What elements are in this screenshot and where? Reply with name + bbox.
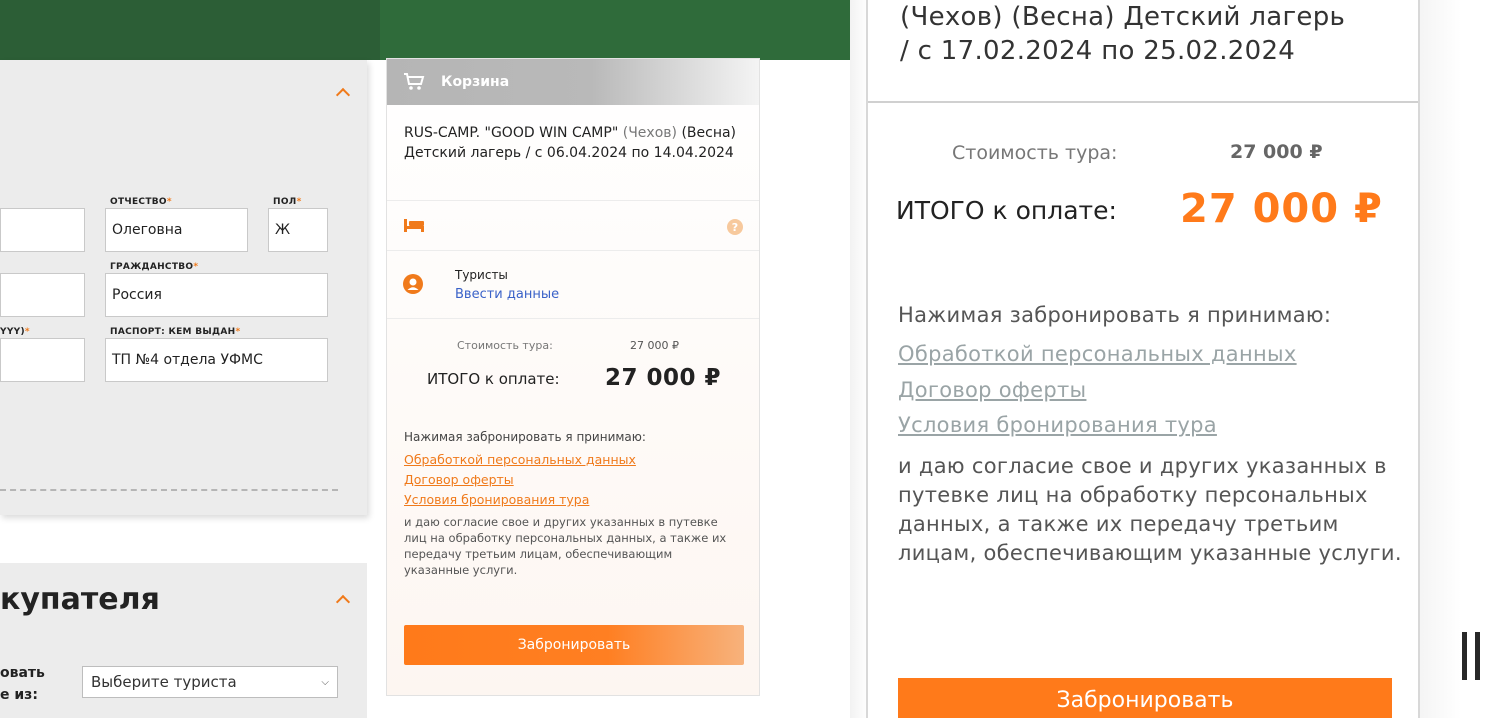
zoom-consent-text: и даю согласие свое и других указанных в… — [898, 454, 1402, 565]
background-blur — [1418, 0, 1490, 718]
personal-data-link[interactable]: Обработкой персональных данных — [404, 452, 636, 467]
zoom-booking-terms-link[interactable]: Условия бронирования тура — [898, 413, 1217, 437]
birth-date-label: YYY)* — [0, 327, 30, 337]
cart-divider — [387, 250, 759, 251]
tour-cost-value: 27 000 ₽ — [630, 339, 679, 352]
buyer-select-label: овать е из: — [0, 665, 45, 703]
passport-issuer-value: ТП №4 отдела УФМС — [112, 352, 263, 368]
zoomed-cart-panel: (Чехов) (Весна) Детский лагерь / с 17.02… — [866, 0, 1420, 718]
tourist-form-panel: ОТЧЕСТВО* Олеговна ПОЛ* Ж ГРАЖДАНСТВО* Р… — [0, 60, 367, 515]
gender-label: ПОЛ* — [273, 197, 302, 207]
gender-value: Ж — [275, 222, 291, 238]
tourist-select-value: Выберите туриста — [91, 673, 237, 691]
birth-date-field[interactable] — [0, 338, 85, 382]
booking-terms-link[interactable]: Условия бронирования тура — [404, 492, 589, 507]
agreement-intro: Нажимая забронировать я принимаю: — [404, 430, 646, 444]
citizenship-value: Россия — [112, 287, 162, 303]
zoom-tour-cost-label: Стоимость тура: — [952, 142, 1118, 164]
cart-header: Корзина — [387, 59, 759, 105]
last-name-field[interactable] — [0, 208, 85, 252]
total-label: ИТОГО к оплате: — [427, 370, 560, 388]
zoom-divider — [868, 101, 1418, 103]
cart-divider — [387, 318, 759, 319]
dashed-divider — [0, 489, 338, 491]
enter-tourist-data-link[interactable]: Ввести данные — [455, 287, 559, 302]
patronymic-value: Олеговна — [112, 222, 183, 238]
book-button[interactable]: Забронировать — [404, 625, 744, 665]
zoom-tour-name: (Чехов) (Весна) Детский лагерь / с 17.02… — [900, 2, 1346, 66]
buyer-section-title: купателя — [0, 582, 160, 617]
patronymic-label: ОТЧЕСТВО* — [110, 197, 172, 207]
zoom-agreement-intro: Нажимая забронировать я принимаю: — [898, 303, 1332, 327]
cart-divider — [387, 200, 759, 201]
background-photo-dark — [0, 0, 380, 60]
cart-tour-name: RUS-CAMP. "GOOD WIN CAMP" (Чехов) (Весна… — [404, 125, 737, 161]
zoom-tour-cost-value: 27 000 ₽ — [1230, 141, 1323, 163]
consent-text: и даю согласие свое и других указанных в… — [404, 515, 727, 577]
gender-field[interactable]: Ж — [268, 208, 328, 252]
zoom-personal-data-link[interactable]: Обработкой персональных данных — [898, 342, 1297, 366]
chevron-up-icon[interactable] — [335, 87, 351, 103]
patronymic-field[interactable]: Олеговна — [105, 208, 248, 252]
first-name-field[interactable] — [0, 273, 85, 317]
zoom-total-label: ИТОГО к оплате: — [896, 196, 1117, 225]
zoom-book-button-label: Забронировать — [1056, 687, 1234, 713]
bed-icon — [404, 219, 424, 232]
cart-title: Корзина — [441, 74, 510, 90]
total-value: 27 000 ₽ — [605, 365, 722, 391]
passport-issuer-field[interactable]: ТП №4 отдела УФМС — [105, 338, 328, 382]
user-icon — [403, 274, 423, 294]
chevron-up-icon[interactable] — [335, 594, 351, 610]
passport-issuer-label: ПАСПОРТ: КЕМ ВЫДАН* — [110, 327, 241, 337]
zoom-total-value: 27 000 ₽ — [1180, 186, 1383, 232]
cart-panel: Корзина RUS-CAMP. "GOOD WIN CAMP" (Чехов… — [386, 58, 760, 696]
tour-cost-label: Стоимость тура: — [457, 339, 553, 352]
edge-fragment — [1462, 632, 1480, 680]
help-icon[interactable]: ? — [727, 219, 743, 235]
zoom-book-button[interactable]: Забронировать — [898, 678, 1392, 718]
cart-icon — [404, 73, 425, 90]
zoom-offer-contract-link[interactable]: Договор оферты — [898, 378, 1086, 402]
chevron-down-icon: ⌵ — [321, 676, 329, 688]
tourists-label: Туристы — [455, 268, 508, 282]
offer-contract-link[interactable]: Договор оферты — [404, 472, 514, 487]
tourist-select[interactable]: Выберите туриста ⌵ — [82, 666, 338, 698]
citizenship-label: ГРАЖДАНСТВО* — [110, 262, 199, 272]
citizenship-field[interactable]: Россия — [105, 273, 328, 317]
